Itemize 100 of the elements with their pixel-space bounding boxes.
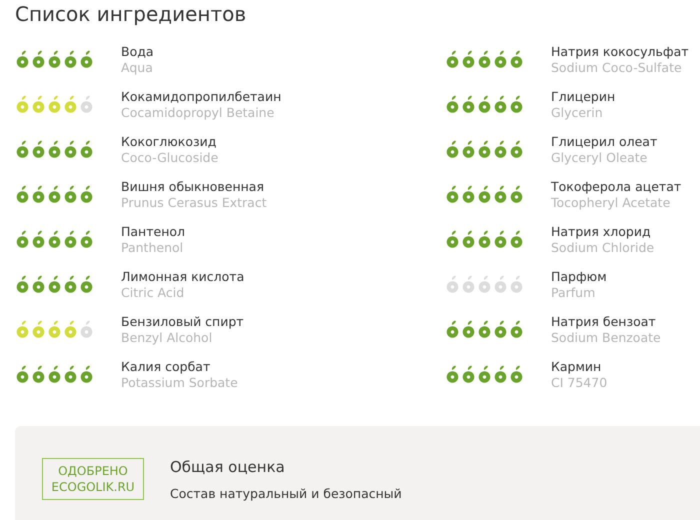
ingredient-name: Натрия кокосульфат (551, 44, 689, 60)
apple-icon (31, 140, 46, 158)
approved-stamp: ОДОБРЕНО ECOGOLIK.RU (42, 458, 144, 500)
apple-icon (15, 140, 30, 158)
ingredient-latin-name: Coco-Glucoside (121, 150, 218, 166)
apple-icon (79, 50, 94, 68)
apple-icon (79, 320, 94, 338)
ingredient-latin-name: CI 75470 (551, 375, 608, 391)
apple-icon (63, 185, 78, 203)
apple-icon (509, 320, 524, 338)
apple-icon (477, 275, 492, 293)
apple-icon (445, 140, 460, 158)
apple-icon (509, 365, 524, 383)
ingredient-name: Пантенол (121, 224, 186, 240)
apple-icon (15, 275, 30, 293)
apple-icon (31, 365, 46, 383)
apple-icon (47, 230, 62, 248)
apple-icon (47, 140, 62, 158)
ingredient-latin-name: Prunus Cerasus Extract (121, 195, 267, 211)
ingredient-latin-name: Citric Acid (121, 285, 186, 301)
ingredient-name: Калия сорбат (121, 359, 212, 375)
apple-icon (79, 275, 94, 293)
apple-icon (79, 230, 94, 248)
ingredient-name: Вишня обыкновенная (121, 179, 265, 195)
ingredient-name: Кокамидопропилбетаин (121, 89, 282, 105)
ingredient-latin-name: Benzyl Alcohol (121, 330, 214, 346)
ingredient-name: Вода (121, 44, 154, 60)
apple-icon (493, 140, 508, 158)
apple-icon (493, 275, 508, 293)
apple-icon (445, 50, 460, 68)
apple-icon (31, 50, 46, 68)
apple-icon (509, 50, 524, 68)
apple-icon (31, 230, 46, 248)
apple-icon (477, 365, 492, 383)
ingredient-latin-name: Parfum (551, 285, 596, 301)
apple-icon (63, 275, 78, 293)
summary-heading: Общая оценка (170, 458, 286, 476)
apple-icon (477, 320, 492, 338)
ingredient-name: Глицерин (551, 89, 616, 105)
apple-icon (79, 185, 94, 203)
apple-icon (445, 365, 460, 383)
apple-icon (493, 320, 508, 338)
apple-icon (47, 275, 62, 293)
ingredient-latin-name: Sodium Chloride (551, 240, 654, 256)
apple-icon (15, 365, 30, 383)
apple-icon (47, 50, 62, 68)
ingredient-name: Бензиловый спирт (121, 314, 244, 330)
apple-icon (493, 95, 508, 113)
apple-icon (509, 95, 524, 113)
apple-icon (63, 95, 78, 113)
apple-icon (15, 185, 30, 203)
ingredient-name: Кокоглюкозид (121, 134, 218, 150)
apple-icon (63, 230, 78, 248)
apple-icon (63, 365, 78, 383)
apple-icon (477, 95, 492, 113)
apple-icon (493, 230, 508, 248)
ingredient-name: Токоферола ацетат (551, 179, 682, 195)
apple-icon (493, 185, 508, 203)
apple-icon (509, 185, 524, 203)
apple-icon (461, 50, 476, 68)
apple-icon (461, 185, 476, 203)
ingredient-name: Натрия хлорид (551, 224, 652, 240)
apple-icon (79, 365, 94, 383)
apple-icon (31, 95, 46, 113)
section-title: Список ингредиентов (15, 1, 248, 28)
apple-icon (31, 275, 46, 293)
apple-icon (445, 95, 460, 113)
apple-icon (493, 50, 508, 68)
apple-icon (15, 50, 30, 68)
apple-icon (63, 140, 78, 158)
ingredient-latin-name: Cocamidopropyl Betaine (121, 105, 276, 121)
apple-icon (461, 95, 476, 113)
apple-icon (509, 230, 524, 248)
ingredient-name: Натрия бензоат (551, 314, 657, 330)
apple-icon (31, 185, 46, 203)
apple-icon (509, 140, 524, 158)
ingredient-latin-name: Glycerin (551, 105, 604, 121)
ingredient-name: Кармин (551, 359, 602, 375)
apple-icon (477, 140, 492, 158)
ingredient-latin-name: Panthenol (121, 240, 184, 256)
apple-icon (461, 320, 476, 338)
apple-icon (63, 50, 78, 68)
apple-icon (47, 185, 62, 203)
apple-icon (445, 275, 460, 293)
apple-icon (15, 230, 30, 248)
apple-icon (477, 230, 492, 248)
apple-icon (445, 185, 460, 203)
ingredient-latin-name: Sodium Benzoate (551, 330, 661, 346)
apple-icon (461, 230, 476, 248)
ingredient-name: Глицерил олеат (551, 134, 658, 150)
ingredient-name: Парфюм (551, 269, 607, 285)
apple-icon (477, 50, 492, 68)
ingredient-latin-name: Potassium Sorbate (121, 375, 238, 391)
apple-icon (79, 140, 94, 158)
apple-icon (47, 320, 62, 338)
apple-icon (477, 185, 492, 203)
apple-icon (15, 95, 30, 113)
ingredient-latin-name: Aqua (121, 60, 154, 76)
ingredient-latin-name: Tocopheryl Acetate (551, 195, 672, 211)
apple-icon (461, 365, 476, 383)
